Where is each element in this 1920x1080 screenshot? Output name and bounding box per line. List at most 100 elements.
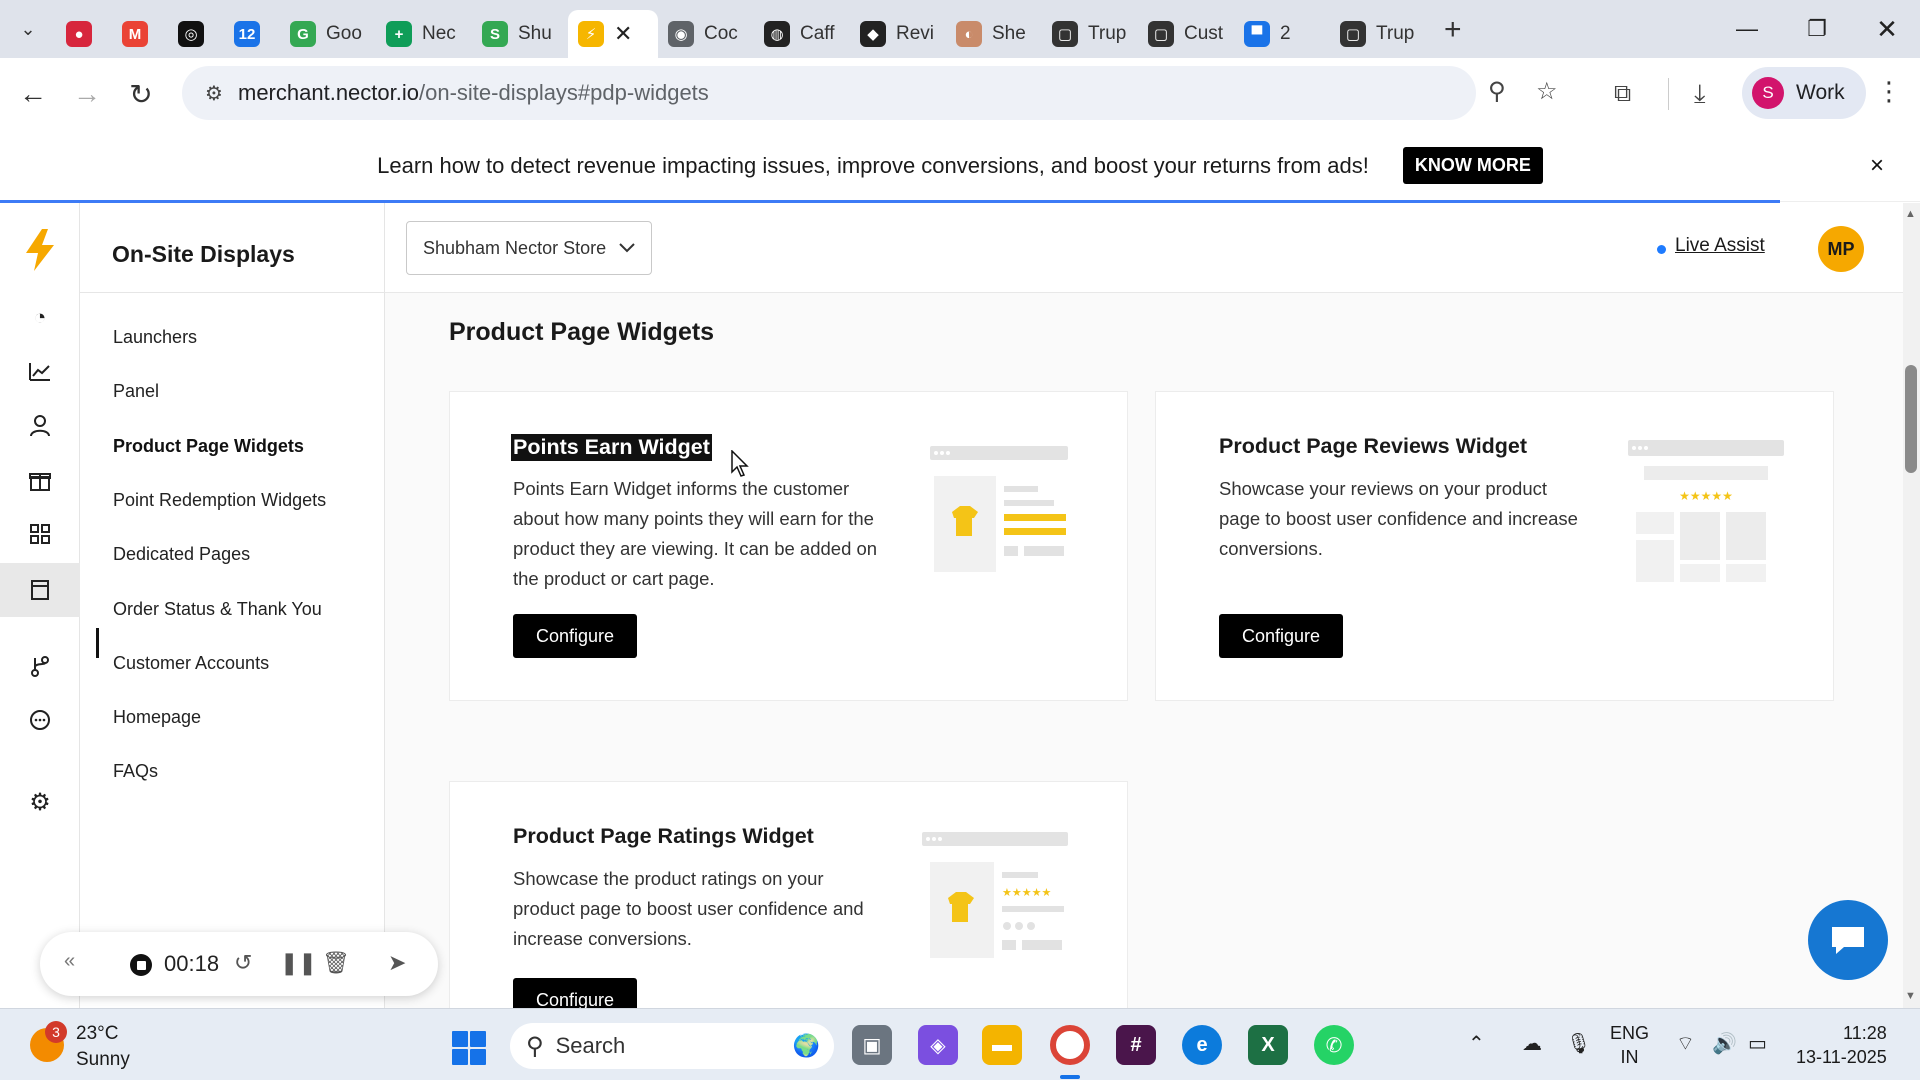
extensions-icon[interactable]: ⧉ [1614, 80, 1631, 108]
site-info-icon[interactable]: ⚙ [190, 81, 238, 106]
forward-icon[interactable]: → [62, 69, 112, 119]
sidebar-item-launchers[interactable]: Launchers [113, 327, 197, 348]
trash-icon[interactable]: 🗑 [322, 950, 350, 976]
card-description: Showcase the product ratings on your pro… [513, 868, 864, 949]
profile-button[interactable]: S Work [1742, 67, 1866, 119]
pie-chart-icon[interactable]: ◔ [20, 303, 60, 333]
browser-tab[interactable]: ◐ She [946, 12, 1042, 56]
configure-button[interactable]: Configure [513, 614, 637, 658]
close-window-icon[interactable]: ✕ [1852, 0, 1920, 58]
edge-icon[interactable]: e [1182, 1025, 1222, 1065]
gear-icon[interactable]: ⚙ [20, 787, 60, 817]
store-selector[interactable]: Shubham Nector Store [406, 221, 652, 275]
bookmark-star-icon[interactable]: ☆ [1536, 77, 1558, 106]
file-explorer-icon[interactable]: ▬ [982, 1025, 1022, 1065]
tab-favicon-icon: ▢ [1148, 21, 1174, 47]
app-topbar: Shubham Nector Store Live Assist MP [385, 203, 1903, 293]
support-chat-button[interactable] [1808, 900, 1888, 980]
tab-title: Nec [422, 23, 456, 44]
collapse-double-chevron-icon[interactable]: « [64, 950, 75, 973]
battery-icon[interactable]: ▭ [1748, 1031, 1767, 1056]
browser-tab[interactable]: ◍ Caff [754, 12, 850, 56]
sidebar-item-customer-accounts[interactable]: Customer Accounts [113, 653, 269, 674]
scroll-up-arrow-icon[interactable]: ▲ [1905, 208, 1916, 220]
page-scrollbar-track[interactable] [1903, 203, 1920, 1008]
browser-tab[interactable]: ▢ Cust [1138, 12, 1234, 56]
tray-overflow-chevron-icon[interactable]: ⌃ [1468, 1031, 1485, 1056]
whatsapp-icon[interactable]: ✆ [1314, 1025, 1354, 1065]
taskbar-search[interactable]: ⚲ Search 🌍 [510, 1023, 834, 1069]
microphone-icon[interactable]: 🎙 [1566, 1031, 1591, 1056]
wifi-icon[interactable]: ⌔ [1676, 1031, 1695, 1056]
page-icon[interactable] [20, 575, 60, 605]
scroll-down-arrow-icon[interactable]: ▼ [1905, 990, 1916, 1002]
page-scrollbar-thumb[interactable] [1905, 365, 1917, 473]
weather-condition[interactable]: Sunny [76, 1049, 130, 1071]
volume-icon[interactable]: 🔊 [1712, 1031, 1737, 1056]
address-bar[interactable]: ⚙ merchant.nector.io/on-site-displays#pd… [182, 66, 1558, 120]
browser-tab[interactable]: ⚡ ✕ [568, 10, 658, 58]
excel-icon[interactable]: X [1248, 1025, 1288, 1065]
chat-icon[interactable] [20, 705, 60, 735]
chrome-icon[interactable] [1050, 1025, 1090, 1065]
branch-icon[interactable] [20, 651, 60, 681]
sidebar-item-order-status-thank-you[interactable]: Order Status & Thank You [113, 599, 322, 620]
widget-card-reviews: Product Page Reviews Widget Showcase you… [1155, 391, 1834, 701]
browser-tab[interactable]: M [112, 12, 168, 56]
browser-tab[interactable]: + Nec [376, 12, 472, 56]
configure-button[interactable]: Configure [513, 978, 637, 1008]
weather-temperature[interactable]: 23°C [76, 1023, 118, 1045]
slack-icon[interactable]: # [1116, 1025, 1156, 1065]
tab-close-icon[interactable]: ✕ [614, 21, 632, 47]
browser-tab[interactable]: 12 [224, 12, 280, 56]
copilot-icon[interactable]: ◈ [918, 1025, 958, 1065]
browser-tab[interactable]: G Goo [280, 12, 376, 56]
browser-tab[interactable]: ▀ 2 [1234, 12, 1330, 56]
task-view-icon[interactable]: ▣ [852, 1025, 892, 1065]
ratings-widget-illustration: ★★★★★ [922, 832, 1068, 958]
trend-chart-icon[interactable] [20, 357, 60, 387]
know-more-button[interactable]: KNOW MORE [1402, 147, 1543, 184]
gift-icon[interactable] [20, 465, 60, 495]
browser-menu-icon[interactable]: ⋮ [1876, 76, 1902, 107]
restart-icon[interactable]: ↺ [234, 950, 252, 976]
pause-icon[interactable]: ❚❚ [280, 950, 317, 976]
browser-tab[interactable]: ◆ Revi [850, 12, 946, 56]
live-assist-link[interactable]: Live Assist [1675, 235, 1765, 257]
sidebar-item-faqs[interactable]: FAQs [113, 761, 158, 782]
promo-close-icon[interactable]: × [1870, 152, 1884, 180]
user-avatar[interactable]: MP [1818, 226, 1864, 272]
tab-title: She [992, 23, 1026, 44]
zoom-icon[interactable]: ⚲ [1488, 77, 1506, 106]
grid-icon[interactable] [20, 519, 60, 549]
tray-cloud-icon[interactable]: ☁ [1522, 1031, 1542, 1056]
back-icon[interactable]: ← [8, 69, 58, 119]
sidebar-item-point-redemption-widgets[interactable]: Point Redemption Widgets [113, 490, 326, 511]
card-title: Points Earn Widget [511, 434, 712, 461]
weather-badge: 3 [45, 1021, 67, 1043]
restore-icon[interactable]: ❐ [1782, 0, 1852, 58]
pointer-icon[interactable]: ➤ [388, 950, 406, 976]
browser-tab[interactable]: ▢ Trup [1042, 12, 1138, 56]
browser-tab[interactable]: ◎ [168, 12, 224, 56]
sidebar-item-dedicated-pages[interactable]: Dedicated Pages [113, 544, 250, 565]
browser-tab[interactable]: ● [56, 12, 112, 56]
sidebar-item-homepage[interactable]: Homepage [113, 707, 201, 728]
minimize-icon[interactable]: — [1712, 0, 1782, 58]
nector-logo-icon[interactable] [24, 229, 56, 271]
browser-tab[interactable]: ▢ Trup [1330, 12, 1426, 56]
browser-tab[interactable]: ◉ Coc [658, 12, 754, 56]
tab-search-chevron-icon[interactable]: ⌄ [0, 0, 56, 58]
language-indicator[interactable]: ENG IN [1610, 1021, 1649, 1069]
reload-icon[interactable]: ↻ [116, 69, 166, 119]
configure-button[interactable]: Configure [1219, 614, 1343, 658]
sidebar-item-product-page-widgets[interactable]: Product Page Widgets [113, 436, 304, 457]
sidebar-item-panel[interactable]: Panel [113, 381, 159, 402]
system-clock[interactable]: 11:28 13-11-2025 [1796, 1021, 1887, 1069]
user-icon[interactable] [20, 411, 60, 441]
new-tab-button[interactable]: + [1444, 13, 1462, 47]
browser-tab[interactable]: S Shu [472, 12, 568, 56]
stop-recording-icon[interactable] [130, 954, 152, 976]
windows-start-icon[interactable] [452, 1031, 486, 1065]
download-icon[interactable]: ⤓ [1694, 78, 1706, 110]
